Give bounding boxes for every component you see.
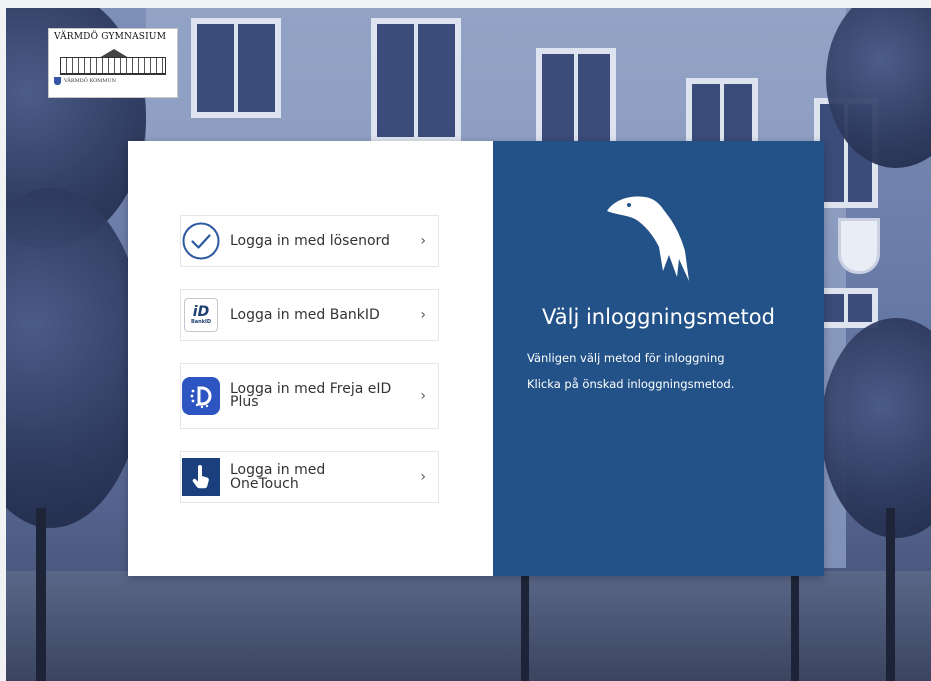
tree <box>6 188 146 528</box>
school-logo-subtitle-row: VÄRMDÖ KOMMUN <box>54 77 172 85</box>
login-bankid-button[interactable]: iD BankID Logga in med BankID › <box>180 289 439 341</box>
municipality-crest-icon <box>54 77 61 85</box>
building-window <box>371 18 461 143</box>
login-onetouch-label: Logga in med OneTouch <box>230 462 326 492</box>
chevron-right-icon: › <box>420 388 426 404</box>
building-window <box>191 18 281 118</box>
checkmark-circle-icon <box>182 222 220 260</box>
chevron-right-icon: › <box>420 469 426 485</box>
tree-trunk <box>886 508 895 681</box>
school-logo-title: VÄRMDÖ GYMNASIUM <box>54 32 167 42</box>
info-panel-line1: Vänligen välj metod för inloggning <box>527 351 725 365</box>
tree-trunk <box>521 568 529 681</box>
tree-trunk <box>36 508 46 681</box>
freja-eid-icon <box>182 377 220 415</box>
tree-trunk <box>791 568 799 681</box>
info-panel-title: Välj inloggningsmetod <box>542 305 775 329</box>
eagle-logo-icon <box>607 196 689 281</box>
bankid-icon: iD BankID <box>182 296 220 334</box>
chevron-right-icon: › <box>420 233 426 249</box>
school-logo-subtitle: VÄRMDÖ KOMMUN <box>64 78 116 84</box>
logo-building-shape <box>60 57 166 75</box>
login-bankid-label: Logga in med BankID <box>230 307 380 323</box>
login-onetouch-button[interactable]: Logga in med OneTouch › <box>180 451 439 503</box>
login-password-button[interactable]: Logga in med lösenord › <box>180 215 439 267</box>
login-freja-button[interactable]: Logga in med Freja eID Plus › <box>180 363 439 429</box>
login-password-label: Logga in med lösenord <box>230 233 390 249</box>
school-building-drawing <box>54 45 170 75</box>
info-panel-line2: Klicka på önskad inloggningsmetod. <box>527 377 735 391</box>
login-options-panel: Logga in med lösenord › iD BankID Logga … <box>128 141 493 576</box>
login-freja-label: Logga in med Freja eID Plus <box>230 381 392 410</box>
bankid-icon-text: BankID <box>190 318 212 325</box>
onetouch-icon <box>182 458 220 496</box>
building-window <box>536 48 616 148</box>
chevron-right-icon: › <box>420 307 426 323</box>
login-card: Logga in med lösenord › iD BankID Logga … <box>128 141 824 576</box>
info-panel: Välj inloggningsmetod Vänligen välj meto… <box>493 141 824 576</box>
school-logo: VÄRMDÖ GYMNASIUM VÄRMDÖ KOMMUN <box>48 28 178 98</box>
crest-sign <box>838 218 880 274</box>
